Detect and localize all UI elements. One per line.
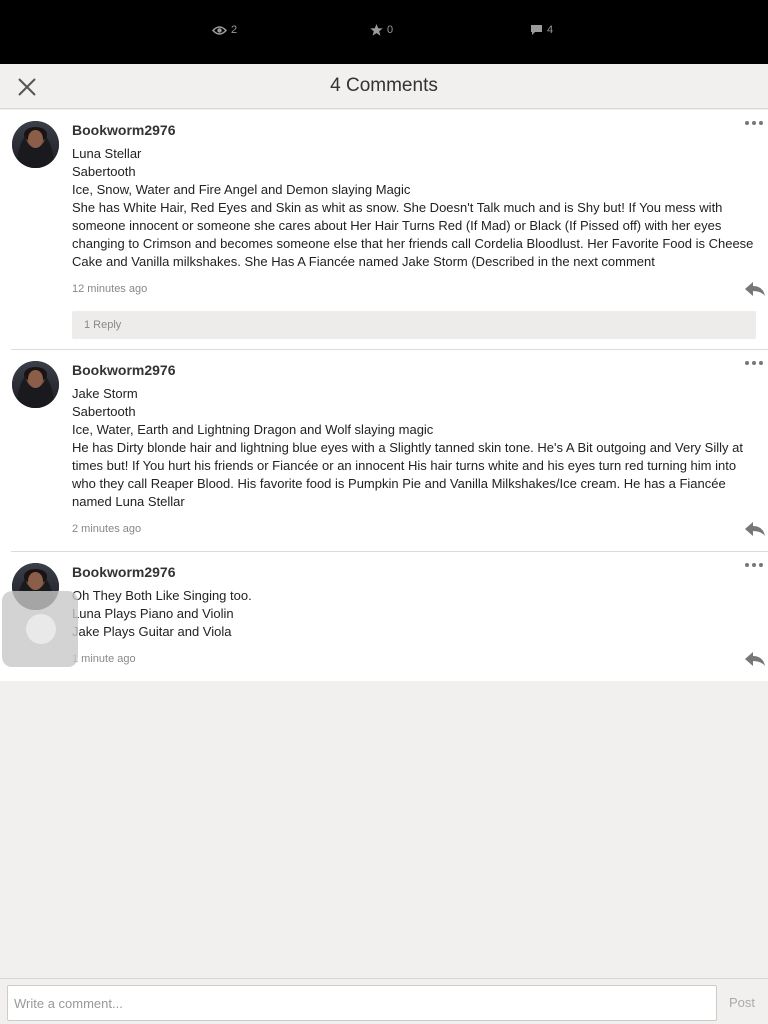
views-stat: 2 <box>212 22 237 38</box>
reply-arrow-icon <box>745 652 765 666</box>
reply-arrow-icon <box>745 522 765 536</box>
more-options-button[interactable] <box>742 356 766 370</box>
comment-meta: 2 minutes ago <box>72 517 765 541</box>
comments-count: 4 <box>547 24 554 36</box>
comment-item: Bookworm2976 Luna Stellar Sabertooth Ice… <box>11 110 768 350</box>
comment-text-line: He has Dirty blonde hair and lightning b… <box>72 440 747 509</box>
comments-stat: 4 <box>530 22 553 38</box>
star-icon <box>370 24 383 36</box>
comment-text-line: Ice, Water, Earth and Lightning Dragon a… <box>72 422 434 437</box>
avatar[interactable] <box>12 121 59 168</box>
comment-text-line: She has White Hair, Red Eyes and Skin as… <box>72 200 758 269</box>
comment-text-line: Jake Plays Guitar and Viola <box>72 624 232 639</box>
votes-count: 0 <box>387 24 394 36</box>
comment-text-line: Jake Storm <box>72 386 138 401</box>
page-title: 4 Comments <box>330 75 438 96</box>
eye-icon <box>212 25 227 35</box>
comment-timestamp: 1 minute ago <box>72 653 136 665</box>
assistive-touch-button[interactable] <box>2 591 78 667</box>
ellipsis-icon <box>745 121 763 125</box>
comment-timestamp: 2 minutes ago <box>72 523 142 535</box>
comment-bubble-icon <box>531 25 542 35</box>
comment-author[interactable]: Bookworm2976 <box>72 562 756 582</box>
more-options-button[interactable] <box>742 558 766 572</box>
comment-list: Bookworm2976 Luna Stellar Sabertooth Ice… <box>0 110 768 681</box>
comment-text-line: Sabertooth <box>72 164 136 179</box>
view-replies-button[interactable]: 1 Reply <box>72 311 756 339</box>
reply-arrow-icon <box>745 282 765 296</box>
comment-item: Bookworm2976 Jake Storm Sabertooth Ice, … <box>11 350 768 552</box>
more-options-button[interactable] <box>742 116 766 130</box>
comment-meta: 1 minute ago <box>72 647 765 671</box>
reply-button[interactable] <box>744 520 766 538</box>
comment-text-line: Sabertooth <box>72 404 136 419</box>
comment-input[interactable] <box>7 985 717 1021</box>
comment-text-line: Oh They Both Like Singing too. <box>72 588 252 603</box>
ellipsis-icon <box>745 563 763 567</box>
reply-button[interactable] <box>744 280 766 298</box>
comment-author[interactable]: Bookworm2976 <box>72 120 756 140</box>
story-stats-bar: 2 0 4 <box>0 0 768 64</box>
comment-text-line: Luna Stellar <box>72 146 142 161</box>
views-count: 2 <box>231 24 238 36</box>
comment-meta: 12 minutes ago <box>72 277 765 301</box>
comment-author[interactable]: Bookworm2976 <box>72 360 756 380</box>
comments-header: 4 Comments <box>0 64 768 109</box>
comment-text-line: Luna Plays Piano and Violin <box>72 606 234 621</box>
comment-item: Bookworm2976 Oh They Both Like Singing t… <box>11 552 768 681</box>
ellipsis-icon <box>745 361 763 365</box>
comment-timestamp: 12 minutes ago <box>72 283 148 295</box>
votes-stat: 0 <box>370 22 393 38</box>
comment-composer: Post <box>0 978 768 1024</box>
comment-text-line: Ice, Snow, Water and Fire Angel and Demo… <box>72 182 411 197</box>
assistive-touch-dot-icon <box>26 614 56 644</box>
reply-button[interactable] <box>744 650 766 668</box>
avatar[interactable] <box>12 361 59 408</box>
post-button[interactable]: Post <box>729 995 755 1010</box>
